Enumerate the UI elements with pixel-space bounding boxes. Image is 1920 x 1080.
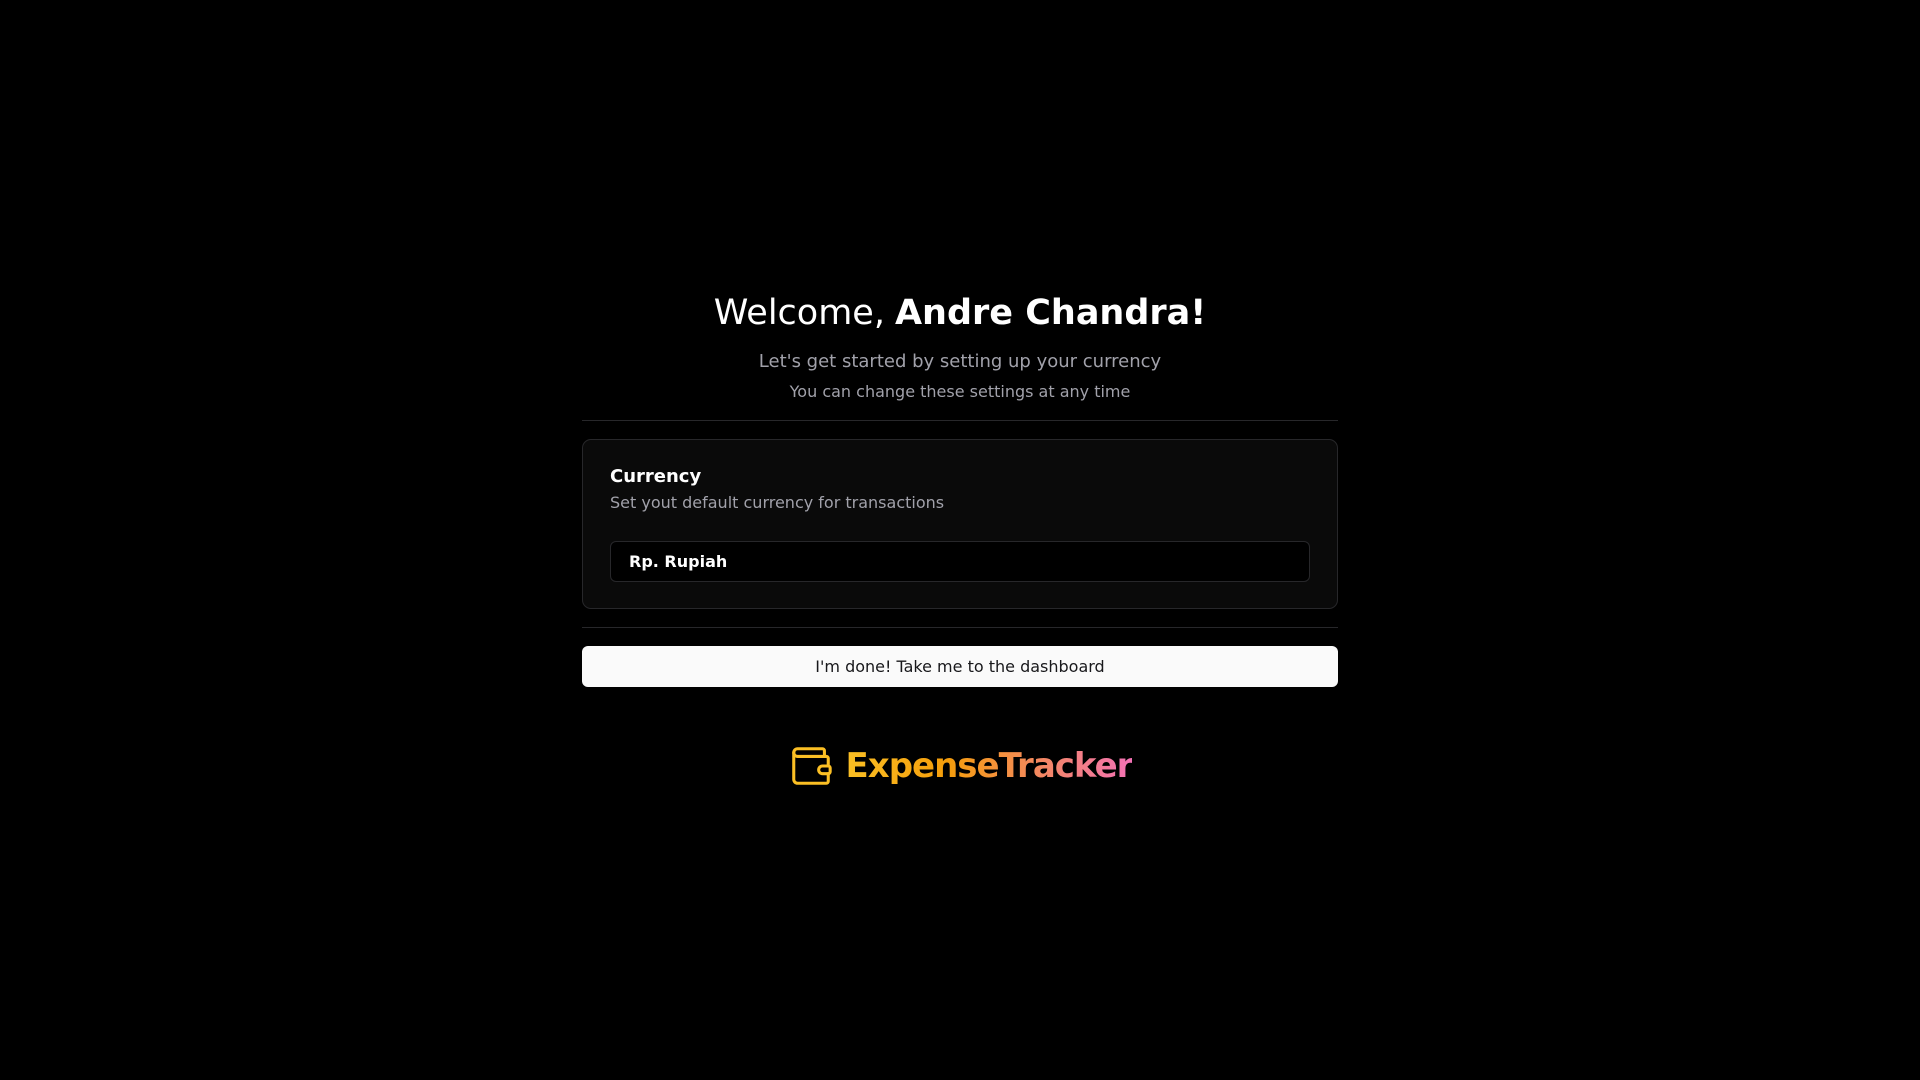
currency-select-value: Rp. Rupiah [629, 552, 728, 571]
welcome-heading: Welcome, Andre Chandra! [582, 286, 1338, 340]
currency-select[interactable]: Rp. Rupiah [610, 541, 1310, 582]
welcome-greeting: Welcome, [713, 293, 885, 333]
wallet-icon [791, 747, 832, 785]
divider [582, 420, 1338, 421]
currency-card-title: Currency [610, 466, 702, 487]
currency-card-description: Set yout default currency for transactio… [610, 493, 945, 512]
go-to-dashboard-button[interactable]: I'm done! Take me to the dashboard [582, 646, 1338, 687]
brand-name: ExpenseTracker [846, 743, 1134, 789]
welcome-user-name: Andre Chandra! [894, 293, 1207, 333]
brand-logo: ExpenseTracker [582, 743, 1338, 789]
setup-subtitle: Let's get started by setting up your cur… [758, 351, 1162, 372]
currency-card: Currency Set yout default currency for t… [582, 439, 1338, 609]
setup-note: You can change these settings at any tim… [789, 382, 1131, 401]
setup-container: Welcome, Andre Chandra! Let's get started… [582, 270, 1338, 789]
go-to-dashboard-label: I'm done! Take me to the dashboard [815, 657, 1105, 676]
divider [582, 627, 1338, 628]
